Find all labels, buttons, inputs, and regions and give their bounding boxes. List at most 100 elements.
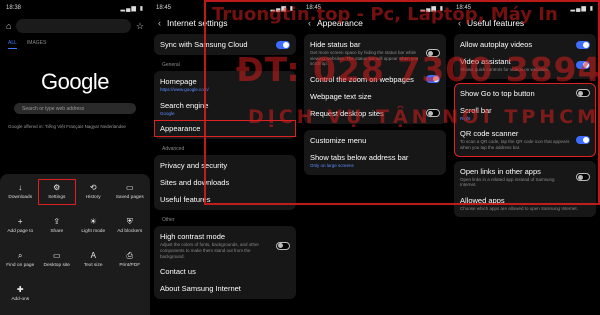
- homepage-item[interactable]: Homepage https://www.google.com/: [154, 73, 296, 97]
- homepage-value: https://www.google.com/: [160, 87, 209, 92]
- back-arrow-icon[interactable]: ‹: [158, 18, 161, 28]
- zoom-control-item[interactable]: Control the zoom on webpages: [304, 71, 446, 88]
- back-arrow-icon[interactable]: ‹: [458, 18, 461, 28]
- tab-images[interactable]: IMAGES: [27, 40, 46, 49]
- screenshot-collage: 18:38 ▂▄▆ ▮ ⌂ ☆ ALL IMAGES Google Search…: [0, 0, 600, 315]
- section-other: Other: [162, 217, 175, 224]
- settings-list: Sync with Samsung Cloud General Homepage…: [150, 34, 300, 300]
- menu-item-add-ons[interactable]: ✚ Add-ons: [2, 282, 39, 306]
- contrast-toggle[interactable]: [276, 241, 290, 250]
- qr-toggle[interactable]: [576, 135, 590, 144]
- contact-us-item[interactable]: Contact us: [154, 263, 296, 280]
- status-time: 18:45: [306, 5, 322, 11]
- status-icons: ▂▄▆ ▮: [570, 5, 594, 12]
- appearance-item[interactable]: Appearance: [154, 120, 296, 138]
- scroll-bar-item[interactable]: Scroll bar Right: [454, 102, 596, 126]
- menu-item-label: Print/PDF: [119, 263, 141, 268]
- light-mode-icon: ☀: [89, 217, 97, 226]
- qr-scanner-item[interactable]: QR code scanner To scan a QR code, tap t…: [454, 125, 596, 154]
- menu-item-desktop-site[interactable]: ▭ Desktop site: [39, 248, 76, 272]
- menu-item-ad-blockers[interactable]: ⛨ Ad blockers: [112, 214, 149, 238]
- hide-status-label: Hide status bar: [310, 40, 361, 49]
- goto-top-label: Show Go to top button: [460, 88, 535, 98]
- browser-menu-sheet: ↓ Downloads ⚙ Settings ⟲ History ▭ Saved pages +…: [0, 174, 150, 315]
- google-logo: Google: [41, 69, 109, 94]
- text-size-label: Webpage text size: [310, 91, 372, 101]
- customize-menu-item[interactable]: Customize menu: [304, 132, 446, 149]
- phone-internet-settings: 18:45 ▂▄▆ ▮ ‹ Internet settings Sync wit…: [150, 0, 300, 315]
- high-contrast-item[interactable]: High contrast mode Adjust the colors of …: [154, 228, 296, 263]
- sync-toggle[interactable]: [276, 40, 290, 49]
- menu-item-label: Share: [50, 229, 64, 234]
- offered-in-text: Google offered in: Tiếng Việt Français N…: [8, 124, 126, 129]
- qr-desc: To scan a QR code, tap the QR code icon …: [460, 139, 570, 150]
- tab-all[interactable]: ALL: [8, 40, 17, 49]
- menu-item-light-mode[interactable]: ☀ Light mode: [75, 214, 112, 238]
- video-assistant-item[interactable]: Video assistant Shows quick controls for…: [454, 53, 596, 77]
- useful-features-item[interactable]: Useful features: [154, 191, 296, 208]
- hide-status-bar-item[interactable]: Hide status bar Get more screen space by…: [304, 36, 446, 71]
- menu-item-settings[interactable]: ⚙ Settings: [37, 179, 76, 205]
- address-bar[interactable]: [16, 19, 131, 33]
- hide-status-toggle[interactable]: [426, 49, 440, 58]
- page-title: Useful features: [467, 18, 525, 28]
- saved-pages-icon: ▭: [125, 183, 134, 192]
- open-links-desc: Open links in a related app instead of S…: [460, 176, 555, 188]
- sync-samsung-cloud-item[interactable]: Sync with Samsung Cloud: [154, 36, 296, 53]
- menu-item-print-pdf[interactable]: ⎙ Print/PDF: [112, 248, 149, 272]
- page-title: Appearance: [317, 18, 363, 28]
- sites-downloads-item[interactable]: Sites and downloads: [154, 174, 296, 191]
- desktop-sites-item[interactable]: Request desktop sites: [304, 105, 446, 122]
- tabs-below-item[interactable]: Show tabs below address bar Only on larg…: [304, 149, 446, 173]
- general-card: Homepage https://www.google.com/ Search …: [154, 71, 296, 140]
- video-toggle[interactable]: [576, 60, 590, 69]
- status-icons: ▂▄▆ ▮: [270, 5, 294, 12]
- search-engine-value: Google: [160, 110, 175, 116]
- search-engine-item[interactable]: Search engine Google: [154, 97, 296, 121]
- status-bar: 18:38 ▂▄▆ ▮: [0, 0, 150, 16]
- about-label: About Samsung Internet: [160, 284, 241, 294]
- menu-item-text-size[interactable]: A Text size: [75, 248, 112, 272]
- share-icon: ⇪: [53, 217, 61, 226]
- zoom-toggle[interactable]: [426, 75, 440, 84]
- useful-list: Allow autoplay videos Video assistant Sh…: [450, 34, 600, 218]
- useful-card-1: Allow autoplay videos Video assistant Sh…: [454, 34, 596, 79]
- open-links-item[interactable]: Open links in other apps Open links in a…: [454, 163, 596, 192]
- appearance-card-1: Hide status bar Get more screen space by…: [304, 34, 446, 124]
- menu-item-label: History: [85, 195, 101, 200]
- home-icon[interactable]: ⌂: [6, 21, 11, 31]
- search-input[interactable]: Search or type web address: [14, 103, 136, 114]
- open-links-toggle[interactable]: [576, 173, 590, 182]
- page-title: Internet settings: [167, 18, 228, 28]
- text-size-item[interactable]: Webpage text size: [304, 88, 446, 105]
- menu-item-label: Add-ons: [11, 297, 30, 302]
- menu-item-add-page-to[interactable]: + Add page to: [2, 214, 39, 238]
- find-on-page-icon: ⌕: [18, 251, 23, 260]
- bookmark-icon[interactable]: ☆: [136, 21, 144, 31]
- menu-item-saved-pages[interactable]: ▭ Saved pages: [112, 180, 149, 204]
- menu-item-label: Light mode: [81, 229, 106, 234]
- autoplay-item[interactable]: Allow autoplay videos: [454, 36, 596, 53]
- phone-browser-menu: 18:38 ▂▄▆ ▮ ⌂ ☆ ALL IMAGES Google Search…: [0, 0, 150, 315]
- back-arrow-icon[interactable]: ‹: [308, 18, 311, 28]
- menu-item-downloads[interactable]: ↓ Downloads: [2, 180, 39, 204]
- video-label: Video assistant: [460, 57, 511, 66]
- autoplay-toggle[interactable]: [576, 40, 590, 49]
- about-item[interactable]: About Samsung Internet: [154, 280, 296, 297]
- status-icons: ▂▄▆ ▮: [420, 5, 444, 12]
- menu-item-find-on-page[interactable]: ⌕ Find on page: [2, 248, 39, 272]
- history-icon: ⟲: [89, 183, 97, 192]
- tabs-below-value: Only on large screens: [310, 162, 354, 168]
- menu-item-label: Ad blockers: [117, 229, 143, 234]
- allowed-desc: Choose which apps are allowed to open Sa…: [460, 205, 578, 211]
- menu-item-label: Add page to: [7, 229, 34, 234]
- menu-item-share[interactable]: ⇪ Share: [39, 214, 76, 238]
- allowed-apps-item[interactable]: Allowed apps Choose which apps are allow…: [454, 192, 596, 216]
- desktop-toggle[interactable]: [426, 109, 440, 118]
- goto-top-toggle[interactable]: [576, 89, 590, 98]
- hide-status-desc: Get more screen space by hiding the stat…: [310, 50, 419, 67]
- privacy-item[interactable]: Privacy and security: [154, 157, 296, 174]
- menu-item-history[interactable]: ⟲ History: [75, 180, 112, 204]
- phone-useful-features: 18:45 ▂▄▆ ▮ ‹ Useful features Allow auto…: [450, 0, 600, 315]
- go-to-top-item[interactable]: Show Go to top button: [454, 85, 596, 102]
